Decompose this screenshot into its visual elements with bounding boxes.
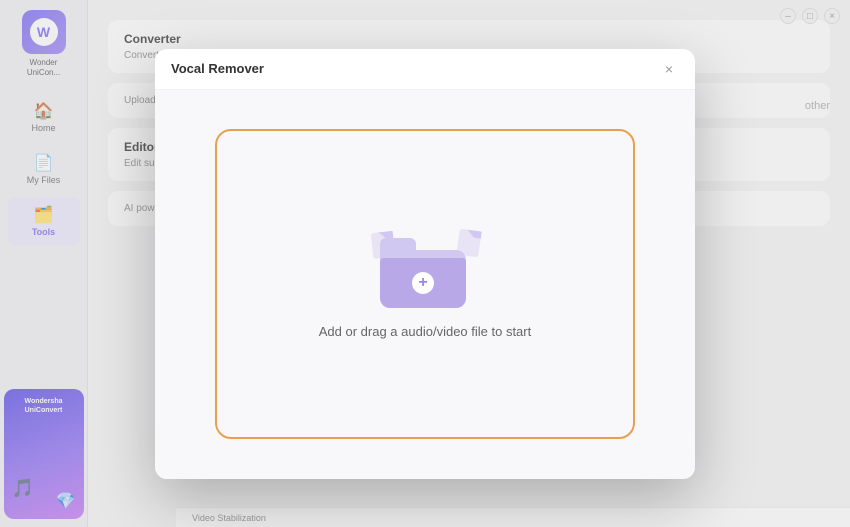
- drop-zone-text: Add or drag a audio/video file to start: [319, 324, 531, 339]
- modal-close-button[interactable]: ×: [659, 59, 679, 79]
- modal-titlebar: Vocal Remover ×: [155, 49, 695, 90]
- file-drop-zone[interactable]: + Add or drag a audio/video file to star…: [215, 129, 635, 439]
- modal-overlay: Vocal Remover × +: [0, 0, 850, 527]
- modal-body: + Add or drag a audio/video file to star…: [155, 90, 695, 479]
- folder-tab: [380, 238, 416, 252]
- modal-title: Vocal Remover: [171, 61, 264, 76]
- vocal-remover-modal: Vocal Remover × +: [155, 49, 695, 479]
- folder-front: +: [380, 258, 466, 308]
- folder-plus-icon: +: [412, 272, 434, 294]
- folder-icon: +: [380, 230, 470, 308]
